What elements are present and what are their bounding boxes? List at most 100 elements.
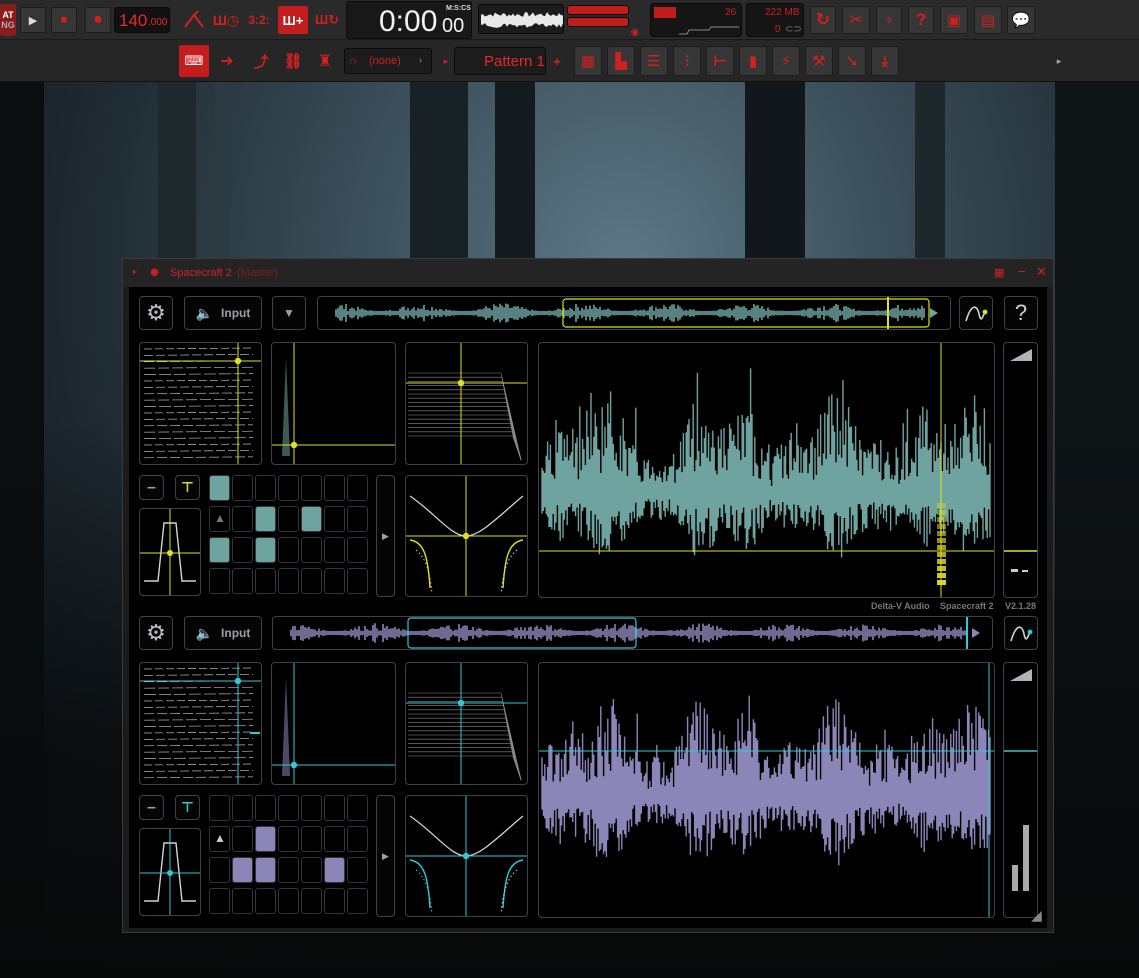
sequencer-step[interactable] [255,826,276,852]
file-icon[interactable]: ▮ [739,46,767,76]
metronome-icon[interactable] [180,8,208,32]
plugin-window-titlebar[interactable]: ▸ ✹ Spacecraft 2 (Master) ▦ – ✕ [123,259,1053,287]
sequencer-step[interactable] [324,537,345,563]
render-icon[interactable]: ➘ [838,46,866,76]
sequencer-step[interactable] [301,857,322,883]
sequencer-step[interactable] [278,826,299,852]
wait-record-icon[interactable]: Ш◷ [212,8,240,32]
window-close-icon[interactable]: ✕ [1036,264,1047,280]
source-waveform-strip[interactable] [317,296,951,330]
sequencer-step[interactable] [278,795,299,821]
window-menu-arrow-icon[interactable]: ▸ [133,267,137,276]
grain-density-xy-pad[interactable] [139,662,262,785]
sequencer-step[interactable] [278,506,299,532]
pitch-transfer-curve[interactable] [405,475,528,597]
sequencer-step[interactable] [301,795,322,821]
pitch-transfer-curve[interactable] [405,795,528,917]
save-new-icon[interactable]: ▤ [974,6,1002,34]
pattern-select[interactable]: Pattern 1 [454,47,546,75]
sequencer-step[interactable] [278,888,299,914]
sequencer-step[interactable] [347,888,368,914]
channel-select[interactable]: ∩ (none) › [344,48,432,74]
sequencer-step[interactable] [209,795,230,821]
sequencer-step[interactable] [301,568,322,594]
pencil-icon[interactable]: ⤴ [248,47,274,75]
collapse-minus-button[interactable]: – [139,795,164,820]
sequencer-step[interactable] [324,888,345,914]
input-source-button[interactable]: 🔈 Input [184,296,262,330]
play-button[interactable]: ▶ [20,7,46,33]
sequencer-step[interactable] [278,568,299,594]
tempo-display[interactable]: 140 .000 [114,7,170,33]
keyboard-typing-icon[interactable]: ⌨ [179,45,209,77]
grain-sequencer-grid[interactable]: ▲ [207,475,370,597]
chat-icon[interactable]: 💬 [1007,6,1035,34]
sequencer-step[interactable] [301,826,322,852]
undo-icon[interactable]: ↻ [810,6,836,34]
plugin-icon[interactable]: ⚡ [772,46,800,76]
grain-waveform-display[interactable] [538,662,995,918]
sequencer-step[interactable] [255,888,276,914]
sequencer-step[interactable] [347,795,368,821]
sequencer-expand-button[interactable]: ▶ [376,475,395,597]
mode-badge[interactable]: AT NG [0,4,16,36]
sequencer-step[interactable] [232,475,253,501]
sequencer-step[interactable] [347,475,368,501]
sequencer-step[interactable] [209,475,230,501]
sequencer-step[interactable] [301,537,322,563]
sequencer-step[interactable] [301,506,322,532]
sequencer-step[interactable] [347,568,368,594]
hat-icon[interactable]: ♜ [312,47,338,75]
sequencer-step[interactable] [232,826,253,852]
sequencer-step[interactable] [278,857,299,883]
envelope-mode-button[interactable]: ⊤ [175,795,200,820]
source-waveform-strip[interactable] [272,616,993,650]
envelope-mode-button[interactable]: ⊤ [175,475,200,500]
collapse-minus-button[interactable]: – [139,475,164,500]
sequencer-step[interactable] [232,795,253,821]
sequencer-step[interactable] [301,888,322,914]
sequencer-step[interactable] [255,475,276,501]
sequencer-step[interactable] [209,888,230,914]
pattern-prev-icon[interactable]: ▸ [440,52,452,70]
sequencer-step[interactable] [301,475,322,501]
sequencer-step[interactable] [324,826,345,852]
sequencer-step[interactable] [324,795,345,821]
tools-icon[interactable]: ⚒ [805,46,833,76]
pan-spread-xy-pad[interactable] [405,662,528,785]
piano-roll-icon[interactable]: ▙ [607,46,635,76]
export-icon[interactable]: ⤓ [871,46,899,76]
stop-button[interactable]: ■ [51,7,77,33]
step-edit-icon[interactable]: Ш+ [278,6,308,34]
cut-icon[interactable]: ✂ [842,6,870,34]
sequencer-step[interactable] [232,888,253,914]
sequencer-step[interactable] [255,506,276,532]
sequencer-step[interactable]: ▲ [209,506,230,532]
pan-spread-xy-pad[interactable] [405,342,528,465]
window-minimize-icon[interactable]: – [1018,263,1025,278]
sequencer-step[interactable] [209,537,230,563]
channel-rack-icon[interactable]: ☰ [640,46,668,76]
grain-waveform-display[interactable] [538,342,995,598]
envelope-curve-icon[interactable] [959,296,993,330]
toolbar-scroll-icon[interactable]: ▸ [1052,52,1066,70]
link-icon[interactable]: ⛓ [280,47,306,75]
arrow-right-icon[interactable]: ➔ [214,47,240,75]
mixer-icon[interactable]: ⫶ [673,46,701,76]
sequencer-step[interactable] [347,537,368,563]
settings-gear-button[interactable]: ⚙ [139,616,173,650]
time-display[interactable]: 0:00 M:S:CS 00 [346,1,472,39]
sequencer-step[interactable]: ▲ [209,826,230,852]
gear-icon[interactable]: ✹ [149,265,160,281]
output-level-meter[interactable] [1003,342,1038,598]
help-icon[interactable]: ? [908,6,934,34]
sequencer-step[interactable] [255,537,276,563]
pitch-spread-xy-pad[interactable] [271,662,396,785]
sequencer-step[interactable] [347,506,368,532]
grain-envelope-shape[interactable] [139,828,201,916]
resize-grip-icon[interactable]: ◢ [1031,907,1042,924]
playlist-icon[interactable]: ▦ [574,46,602,76]
help-button[interactable]: ? [1004,296,1038,330]
dropdown-chevron-down-icon[interactable]: ▼ [272,296,306,330]
sequencer-step[interactable] [347,826,368,852]
